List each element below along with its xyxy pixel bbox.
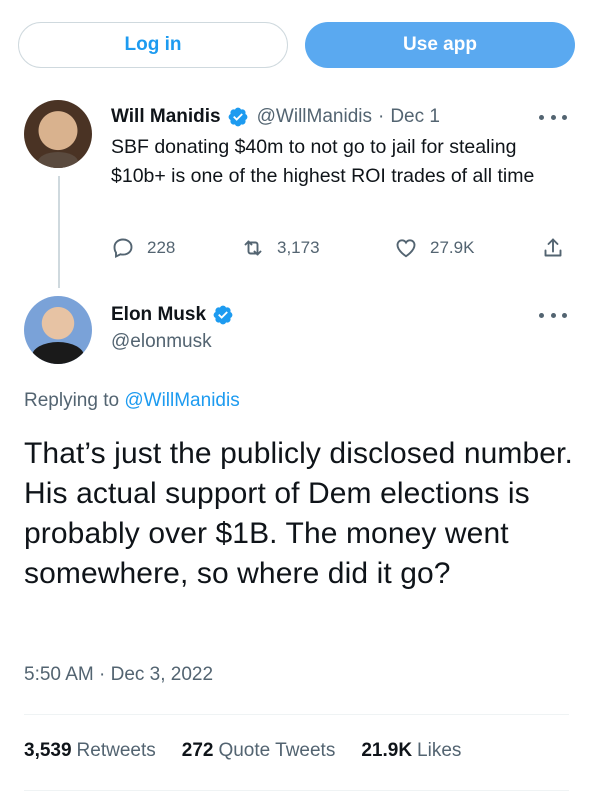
header-separator: ·	[377, 106, 385, 127]
avatar-elon-musk[interactable]	[24, 296, 92, 364]
avatar-will-manidis[interactable]	[24, 100, 92, 168]
like-button[interactable]: 27.9K	[394, 236, 474, 260]
replying-to-mention[interactable]: @WillManidis	[124, 390, 239, 411]
reply-tweet-stats: 3,539 Retweets 272 Quote Tweets 21.9K Likes	[24, 740, 487, 762]
divider	[24, 714, 569, 715]
like-icon	[396, 239, 416, 258]
reply-button[interactable]: 228	[111, 236, 175, 260]
like-count: 27.9K	[430, 238, 475, 257]
parent-tweet-text: SBF donating $40m to not go to jail for …	[111, 136, 535, 187]
share-button[interactable]	[541, 236, 577, 260]
retweets-stat-count: 3,539	[24, 740, 72, 761]
retweet-button[interactable]: 3,173	[241, 236, 320, 260]
retweets-stat[interactable]: 3,539 Retweets	[24, 740, 156, 762]
reply-tweet-name-row: Elon Musk	[111, 302, 234, 328]
parent-tweet-date[interactable]: Dec 1	[390, 106, 440, 128]
verified-badge-icon	[213, 305, 233, 325]
reply-tweet-text: That’s just the publicly disclosed numbe…	[24, 437, 573, 590]
quote-tweets-stat-label: Quote Tweets	[218, 740, 336, 761]
use-app-button[interactable]: Use app	[305, 22, 575, 68]
reply-tweet-timestamp[interactable]: 5:50 AM · Dec 3, 2022	[24, 664, 213, 686]
parent-tweet-header: Will Manidis @WillManidis · Dec 1	[111, 104, 440, 130]
reply-count: 228	[147, 238, 176, 257]
replying-to-line: Replying to @WillManidis	[24, 390, 240, 412]
retweets-stat-label: Retweets	[76, 740, 156, 761]
likes-stat-label: Likes	[417, 740, 462, 761]
retweet-count: 3,173	[277, 238, 320, 257]
reply-author-handle[interactable]: @elonmusk	[111, 331, 212, 353]
likes-stat[interactable]: 21.9K Likes	[361, 740, 461, 762]
quote-tweets-stat-count: 272	[181, 740, 214, 761]
log-in-button[interactable]: Log in	[18, 22, 288, 68]
parent-author-name[interactable]: Will Manidis	[111, 106, 221, 128]
parent-author-handle[interactable]: @WillManidis	[257, 106, 372, 128]
reply-icon	[113, 238, 133, 259]
retweet-icon	[244, 240, 262, 256]
share-icon	[544, 238, 562, 257]
parent-tweet-actions: 228 3,173 27.9K	[111, 236, 571, 264]
verified-badge-icon	[228, 107, 248, 127]
divider	[24, 790, 569, 791]
reply-author-name[interactable]: Elon Musk	[111, 304, 206, 326]
thread-connector-line	[58, 176, 60, 288]
more-options-icon[interactable]	[539, 310, 567, 320]
replying-to-prefix: Replying to	[24, 390, 120, 411]
likes-stat-count: 21.9K	[361, 740, 413, 761]
top-bar: Log in Use app	[0, 0, 593, 86]
more-options-icon[interactable]	[539, 112, 567, 122]
quote-tweets-stat[interactable]: 272 Quote Tweets	[182, 740, 336, 762]
